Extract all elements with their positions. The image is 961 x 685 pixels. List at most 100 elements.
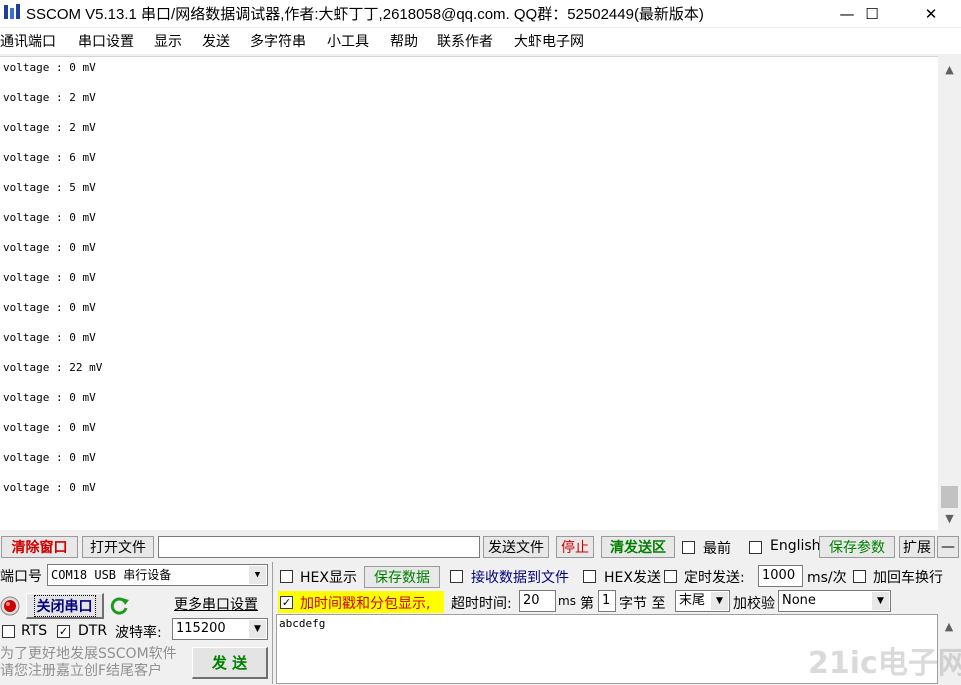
save-data-button[interactable]: 保存数据 xyxy=(364,566,440,588)
stop-label: 停止 xyxy=(561,540,589,556)
collapse-label: — xyxy=(941,539,955,555)
menu-bar: 通讯端口 串口设置 显示 发送 多字符串 小工具 帮助 联系作者 大虾电子网 xyxy=(0,28,961,54)
add-crlf-label: 加回车换行 xyxy=(873,570,943,586)
clear-window-label: 清除窗口 xyxy=(11,540,68,556)
stop-button[interactable]: 停止 xyxy=(556,536,594,558)
send-file-label: 发送文件 xyxy=(488,540,544,556)
receive-scrollbar[interactable]: ▲ ▼ xyxy=(938,56,961,530)
add-crlf-checkbox[interactable] xyxy=(853,570,866,583)
port-label: 端口号 xyxy=(0,569,42,585)
english-label: English xyxy=(770,538,821,554)
interval-unit: ms/次 xyxy=(807,570,847,586)
receive-line: voltage : 0 mV xyxy=(3,331,96,344)
close-port-button[interactable]: 关闭串口 xyxy=(26,593,104,619)
topmost-label: 最前 xyxy=(703,541,731,557)
timed-send-label: 定时发送: xyxy=(684,570,745,586)
receive-line: voltage : 22 mV xyxy=(3,361,103,374)
chevron-down-icon[interactable]: ▼ xyxy=(249,620,266,638)
recv-to-file-checkbox[interactable] xyxy=(450,570,463,583)
port-select-value: COM18 USB 串行设备 xyxy=(51,568,172,582)
more-settings-link[interactable]: 更多串口设置 xyxy=(174,594,258,614)
open-file-button[interactable]: 打开文件 xyxy=(82,536,154,558)
timeout-label: 超时时间: xyxy=(451,596,512,612)
menu-comm-port[interactable]: 通讯端口 xyxy=(0,31,56,51)
hex-display-label: HEX显示 xyxy=(300,570,357,586)
clear-send-button[interactable]: 清发送区 xyxy=(601,536,675,558)
menu-display[interactable]: 显示 xyxy=(154,31,182,51)
receive-line: voltage : 5 mV xyxy=(3,181,96,194)
panel-divider xyxy=(272,562,273,684)
close-button[interactable]: ✕ xyxy=(908,0,954,27)
green-refresh-icon[interactable] xyxy=(110,596,130,616)
receive-line: voltage : 0 mV xyxy=(3,421,96,434)
checksum-select-value: None xyxy=(782,593,816,608)
topmost-checkbox[interactable] xyxy=(682,541,695,554)
chevron-down-icon[interactable]: ▼ xyxy=(872,592,889,610)
timed-send-checkbox[interactable] xyxy=(664,570,677,583)
receive-line: voltage : 0 mV xyxy=(3,451,96,464)
menu-send[interactable]: 发送 xyxy=(202,31,230,51)
maximize-button[interactable]: ☐ xyxy=(849,0,895,27)
port-select[interactable]: COM18 USB 串行设备 ▼ xyxy=(47,564,268,586)
watermark-logo: 21ic电子网 xyxy=(808,646,961,681)
expand-label: 扩展 xyxy=(903,540,931,556)
checksum-select[interactable]: None ▼ xyxy=(778,590,891,612)
hex-display-checkbox[interactable] xyxy=(280,570,293,583)
timeout-unit: ms xyxy=(558,594,576,608)
close-port-label: 关闭串口 xyxy=(33,594,96,617)
dtr-checkbox[interactable]: ✓ xyxy=(57,625,70,638)
expand-button[interactable]: 扩展 xyxy=(899,536,935,558)
english-checkbox[interactable] xyxy=(749,541,762,554)
receive-line: voltage : 6 mV xyxy=(3,151,96,164)
receive-line: voltage : 2 mV xyxy=(3,121,96,134)
timed-interval-input[interactable]: 1000 xyxy=(758,565,803,587)
save-data-label: 保存数据 xyxy=(374,570,430,586)
timeout-input[interactable]: 20 xyxy=(519,590,556,612)
scroll-thumb[interactable] xyxy=(941,486,958,508)
timestamp-checkbox[interactable]: ✓ xyxy=(280,596,293,609)
rts-label: RTS xyxy=(21,623,48,639)
receive-area[interactable]: voltage : 0 mV voltage : 2 mV voltage : … xyxy=(0,56,938,530)
scroll-down-icon[interactable]: ▼ xyxy=(938,508,961,528)
receive-line: voltage : 2 mV xyxy=(3,91,96,104)
timestamp-label: 加时间戳和分包显示, xyxy=(300,596,431,612)
byte-to-label: 字节 至 xyxy=(619,596,666,612)
chevron-down-icon[interactable]: ▼ xyxy=(711,592,728,610)
menu-contact-author[interactable]: 联系作者 xyxy=(437,31,493,51)
scroll-up-icon[interactable]: ▲ xyxy=(938,616,960,636)
menu-help[interactable]: 帮助 xyxy=(390,31,418,51)
receive-line: voltage : 0 mV xyxy=(3,481,96,494)
clear-send-label: 清发送区 xyxy=(610,540,666,556)
send-label: 发 送 xyxy=(211,654,248,672)
scroll-up-icon[interactable]: ▲ xyxy=(938,59,961,79)
collapse-button[interactable]: — xyxy=(937,536,959,558)
save-params-label: 保存参数 xyxy=(829,540,885,556)
checksum-label: 加校验 xyxy=(733,596,775,612)
baud-select[interactable]: 115200 ▼ xyxy=(172,618,268,640)
red-led-icon xyxy=(0,596,20,616)
hex-send-label: HEX发送 xyxy=(604,570,661,586)
hex-send-checkbox[interactable] xyxy=(583,570,596,583)
promo-line-1: 为了更好地发展SSCOM软件 xyxy=(0,646,177,662)
chevron-down-icon[interactable]: ▼ xyxy=(249,566,266,584)
menu-tools[interactable]: 小工具 xyxy=(327,31,369,51)
receive-line: voltage : 0 mV xyxy=(3,241,96,254)
clear-window-button[interactable]: 清除窗口 xyxy=(1,536,78,558)
receive-line: voltage : 0 mV xyxy=(3,61,96,74)
nth-input[interactable]: 1 xyxy=(598,590,616,612)
menu-daxia-site[interactable]: 大虾电子网 xyxy=(514,31,584,51)
receive-line: voltage : 0 mV xyxy=(3,391,96,404)
send-button[interactable]: 发 送 xyxy=(192,647,268,679)
save-params-button[interactable]: 保存参数 xyxy=(819,536,895,558)
dtr-label: DTR xyxy=(78,623,108,639)
title-bar: SSCOM V5.13.1 串口/网络数据调试器,作者:大虾丁丁,2618058… xyxy=(0,0,961,27)
file-path-input[interactable] xyxy=(158,536,480,558)
menu-serial-settings[interactable]: 串口设置 xyxy=(78,31,134,51)
end-select[interactable]: 末尾 ▼ xyxy=(675,590,730,612)
promo-text: 为了更好地发展SSCOM软件 请您注册嘉立创F结尾客户 xyxy=(0,646,177,680)
menu-multi-string[interactable]: 多字符串 xyxy=(250,31,306,51)
receive-line: voltage : 0 mV xyxy=(3,271,96,284)
rts-checkbox[interactable] xyxy=(2,625,15,638)
end-select-value: 末尾 xyxy=(679,593,706,608)
send-file-button[interactable]: 发送文件 xyxy=(483,536,549,558)
